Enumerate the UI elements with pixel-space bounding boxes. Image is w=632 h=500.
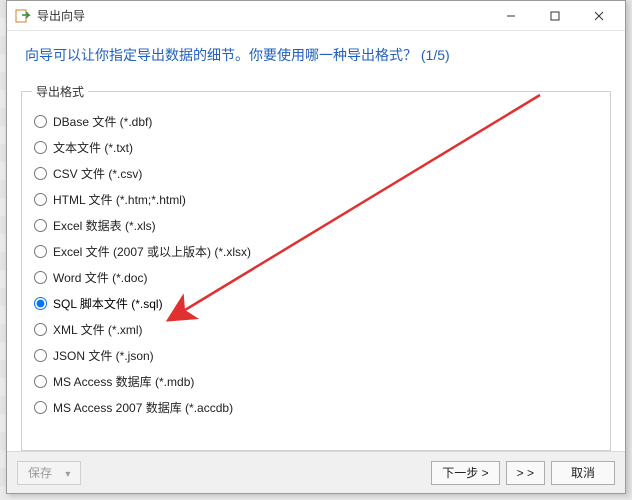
format-label: XML 文件 (*.xml) (53, 321, 143, 338)
minimize-button[interactable] (489, 2, 533, 30)
format-radio[interactable] (34, 141, 47, 154)
format-option[interactable]: DBase 文件 (*.dbf) (32, 108, 600, 134)
format-option[interactable]: Excel 数据表 (*.xls) (32, 212, 600, 238)
format-option[interactable]: SQL 脚本文件 (*.sql) (32, 290, 600, 316)
format-label: Excel 数据表 (*.xls) (53, 217, 156, 234)
close-button[interactable] (577, 2, 621, 30)
format-radio[interactable] (34, 271, 47, 284)
format-option[interactable]: CSV 文件 (*.csv) (32, 160, 600, 186)
format-radio[interactable] (34, 115, 47, 128)
export-wizard-window: 导出向导 向导可以让你指定导出数据的细节。你要使用哪一种导出格式？ (1/5) … (6, 0, 626, 494)
format-option[interactable]: 文本文件 (*.txt) (32, 134, 600, 160)
export-wizard-icon (15, 8, 31, 24)
format-option[interactable]: Excel 文件 (2007 或以上版本) (*.xlsx) (32, 238, 600, 264)
format-label: MS Access 2007 数据库 (*.accdb) (53, 399, 233, 416)
format-option[interactable]: Word 文件 (*.doc) (32, 264, 600, 290)
maximize-button[interactable] (533, 2, 577, 30)
save-button-label: 保存 (28, 466, 52, 480)
format-option[interactable]: HTML 文件 (*.htm;*.html) (32, 186, 600, 212)
skip-button[interactable]: > > (506, 461, 545, 485)
format-label: JSON 文件 (*.json) (53, 347, 154, 364)
format-label: Word 文件 (*.doc) (53, 269, 147, 286)
next-button[interactable]: 下一步 > (431, 461, 499, 485)
format-radio[interactable] (34, 167, 47, 180)
format-radio[interactable] (34, 375, 47, 388)
format-label: CSV 文件 (*.csv) (53, 165, 142, 182)
format-label: DBase 文件 (*.dbf) (53, 113, 152, 130)
wizard-footer: 保存 ▾ 下一步 > > > 取消 (7, 451, 625, 493)
format-label: MS Access 数据库 (*.mdb) (53, 373, 194, 390)
format-option[interactable]: XML 文件 (*.xml) (32, 316, 600, 342)
background-edge-right (626, 0, 632, 500)
dropdown-icon: ▾ (65, 469, 70, 480)
export-format-group: 导出格式 DBase 文件 (*.dbf) 文本文件 (*.txt) CSV 文件 … (21, 83, 611, 451)
save-button[interactable]: 保存 ▾ (17, 461, 81, 485)
format-option[interactable]: MS Access 数据库 (*.mdb) (32, 368, 600, 394)
window-title: 导出向导 (37, 7, 489, 24)
format-option[interactable]: JSON 文件 (*.json) (32, 342, 600, 368)
format-label: SQL 脚本文件 (*.sql) (53, 295, 163, 312)
export-format-options: DBase 文件 (*.dbf) 文本文件 (*.txt) CSV 文件 (*.cs… (32, 108, 600, 420)
window-controls (489, 2, 621, 30)
format-radio[interactable] (34, 349, 47, 362)
format-radio[interactable] (34, 245, 47, 258)
content-area: 导出格式 DBase 文件 (*.dbf) 文本文件 (*.txt) CSV 文件 … (7, 75, 625, 451)
format-option[interactable]: MS Access 2007 数据库 (*.accdb) (32, 394, 600, 420)
format-label: 文本文件 (*.txt) (53, 139, 133, 156)
export-format-legend: 导出格式 (32, 83, 88, 100)
format-radio[interactable] (34, 219, 47, 232)
titlebar: 导出向导 (7, 1, 625, 31)
wizard-heading: 向导可以让你指定导出数据的细节。你要使用哪一种导出格式？ (1/5) (7, 31, 625, 75)
format-label: Excel 文件 (2007 或以上版本) (*.xlsx) (53, 243, 251, 260)
format-radio[interactable] (34, 401, 47, 414)
format-label: HTML 文件 (*.htm;*.html) (53, 191, 186, 208)
cancel-button[interactable]: 取消 (551, 461, 615, 485)
format-radio[interactable] (34, 323, 47, 336)
format-radio[interactable] (34, 193, 47, 206)
format-radio[interactable] (34, 297, 47, 310)
